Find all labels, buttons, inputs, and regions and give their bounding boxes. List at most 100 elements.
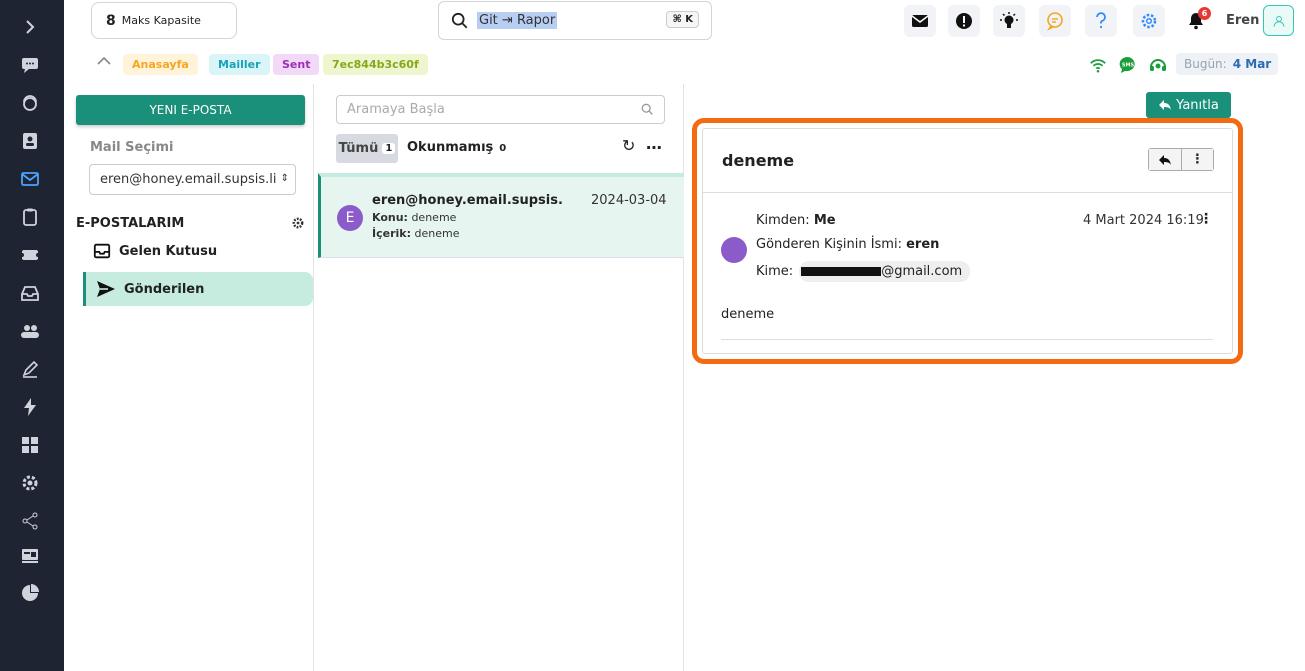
sender-name-row: Gönderen Kişinin İsmi: eren xyxy=(756,237,939,252)
sidebar xyxy=(0,0,64,671)
breadcrumb-home[interactable]: Anasayfa xyxy=(123,54,198,75)
sender-name-label: Gönderen Kişinin İsmi: xyxy=(756,237,902,252)
user-avatar[interactable] xyxy=(1263,5,1294,36)
mail-icon[interactable] xyxy=(18,167,42,191)
support-icon[interactable] xyxy=(18,91,42,115)
wifi-icon xyxy=(1090,59,1106,73)
mail-account-select[interactable]: eren@honey.email.supsis.li ⇕ xyxy=(89,164,296,195)
folder-inbox[interactable]: Gelen Kutusu xyxy=(83,234,313,268)
reply-icon-button[interactable] xyxy=(1149,149,1182,170)
global-search[interactable]: Git ⇥ Rapor ⌘ K xyxy=(438,1,712,40)
mail-detail-date: 4 Mart 2024 16:19 xyxy=(1083,213,1204,228)
more-options-icon[interactable]: ⋯ xyxy=(646,138,663,157)
question-icon xyxy=(1096,12,1106,29)
mail-subject: deneme xyxy=(411,211,457,224)
reply-icon xyxy=(1158,154,1171,165)
gear-icon xyxy=(1141,13,1157,29)
kebab-icon: ⋮ xyxy=(1190,152,1204,167)
users-icon[interactable] xyxy=(18,319,42,343)
mail-account-value: eren@honey.email.supsis.li xyxy=(100,172,277,187)
global-search-text[interactable]: Git ⇥ Rapor xyxy=(477,12,558,29)
select-arrows-icon: ⇕ xyxy=(280,173,289,184)
sms-icon: SMS xyxy=(1119,56,1135,73)
sender-avatar xyxy=(721,237,747,263)
feedback-button[interactable] xyxy=(1039,5,1071,37)
mail-content-label: İçerik: xyxy=(372,227,411,240)
folder-sent[interactable]: Gönderilen xyxy=(83,272,313,306)
mail-detail-header: deneme ⋮ xyxy=(703,129,1232,193)
envelope-icon xyxy=(911,15,929,27)
chevron-right-icon[interactable] xyxy=(18,15,42,39)
filter-unread-label: Okunmamış xyxy=(407,140,494,155)
capacity-label: Maks Kapasite xyxy=(121,14,201,27)
refresh-icon[interactable]: ↻ xyxy=(622,136,635,155)
chat-icon[interactable] xyxy=(18,53,42,77)
help-button[interactable] xyxy=(1085,5,1117,37)
dashboard-icon[interactable] xyxy=(18,543,42,567)
search-icon xyxy=(641,103,653,115)
mail-content: deneme xyxy=(414,227,460,240)
theme-button[interactable] xyxy=(993,5,1025,37)
chat-bubble-icon xyxy=(1046,12,1063,31)
folder-sent-label: Gönderilen xyxy=(124,281,205,297)
today-widget: Bugün: 4 Mar xyxy=(1176,53,1278,75)
breadcrumb-mails[interactable]: Mailler xyxy=(209,54,270,75)
headset-icon xyxy=(1150,59,1166,71)
user-name[interactable]: Eren xyxy=(1226,13,1259,28)
folder-inbox-label: Gelen Kutusu xyxy=(119,243,218,259)
breadcrumb-mail-id[interactable]: 7ec844b3c60f xyxy=(323,54,428,75)
capacity-number: 8 xyxy=(106,12,116,29)
mail-action-buttons: ⋮ xyxy=(1148,148,1214,171)
new-mail-button[interactable]: YENI E-POSTA xyxy=(76,95,305,125)
lightbulb-icon xyxy=(1000,12,1018,28)
mail-icon-button[interactable] xyxy=(904,5,936,37)
filter-all-button[interactable]: Tümü 1 xyxy=(336,134,398,163)
today-label: Bugün: xyxy=(1184,57,1227,71)
filter-unread-button[interactable]: Okunmamış 0 xyxy=(407,140,506,155)
ticket-icon[interactable] xyxy=(18,243,42,267)
mail-content-line: İçerik: deneme xyxy=(372,227,459,240)
mail-list-item[interactable]: E eren@honey.email.supsis.... 2024-03-04… xyxy=(318,173,684,258)
exclamation-circle-icon xyxy=(956,13,972,29)
capacity-widget[interactable]: 8 Maks Kapasite xyxy=(91,2,237,39)
grid-icon[interactable] xyxy=(18,433,42,457)
user-icon xyxy=(1273,15,1284,27)
mail-search-input[interactable]: Aramaya Başla xyxy=(336,95,665,124)
reply-button-label: Yanıtla xyxy=(1176,97,1219,113)
notifications-button[interactable]: 6 xyxy=(1180,5,1212,37)
breadcrumb: Anasayfa Mailler Sent 7ec844b3c60f xyxy=(64,52,764,76)
mail-date: 2024-03-04 xyxy=(591,193,667,208)
filter-unread-count: 0 xyxy=(499,143,507,154)
settings-icon[interactable] xyxy=(18,471,42,495)
clipboard-icon[interactable] xyxy=(18,205,42,229)
breadcrumb-sent[interactable]: Sent xyxy=(273,54,320,75)
reply-icon xyxy=(1159,100,1172,110)
folder-settings-icon[interactable] xyxy=(291,216,305,230)
share-icon[interactable] xyxy=(18,509,42,533)
mail-detail-title: deneme xyxy=(722,151,795,170)
mail-body: deneme xyxy=(721,307,775,322)
chevron-up-icon[interactable] xyxy=(96,54,112,68)
from-label: Kimden: xyxy=(756,213,810,228)
kebab-icon[interactable]: ⋮ xyxy=(1199,211,1213,227)
alert-button[interactable] xyxy=(948,5,980,37)
inbox-tray-icon[interactable] xyxy=(18,281,42,305)
mail-detail-card: deneme ⋮ Kimden: Me 4 Mart 2024 16:19 ⋮ … xyxy=(702,128,1233,354)
mail-subject-line: Konu: deneme xyxy=(372,211,456,224)
svg-text:SMS: SMS xyxy=(1122,63,1135,69)
mail-detail-panel: Yanıtla deneme ⋮ Kimden: Me 4 Mart 2024 … xyxy=(684,84,1305,671)
mail-menu-button[interactable]: ⋮ xyxy=(1181,149,1213,170)
mail-from: eren@honey.email.supsis.... xyxy=(372,193,562,208)
filter-all-label: Tümü xyxy=(338,141,379,156)
search-shortcut: ⌘ K xyxy=(666,11,699,28)
filter-all-count: 1 xyxy=(382,143,396,154)
mail-select-label: Mail Seçimi xyxy=(90,140,174,155)
lightning-icon[interactable] xyxy=(18,395,42,419)
today-value: 4 Mar xyxy=(1232,57,1272,71)
settings-button[interactable] xyxy=(1133,5,1165,37)
my-mails-heading: E-POSTALARIM xyxy=(76,216,185,231)
contact-card-icon[interactable] xyxy=(18,129,42,153)
pen-icon[interactable] xyxy=(18,357,42,381)
pie-chart-icon[interactable] xyxy=(18,581,42,605)
reply-button[interactable]: Yanıtla xyxy=(1146,92,1231,118)
